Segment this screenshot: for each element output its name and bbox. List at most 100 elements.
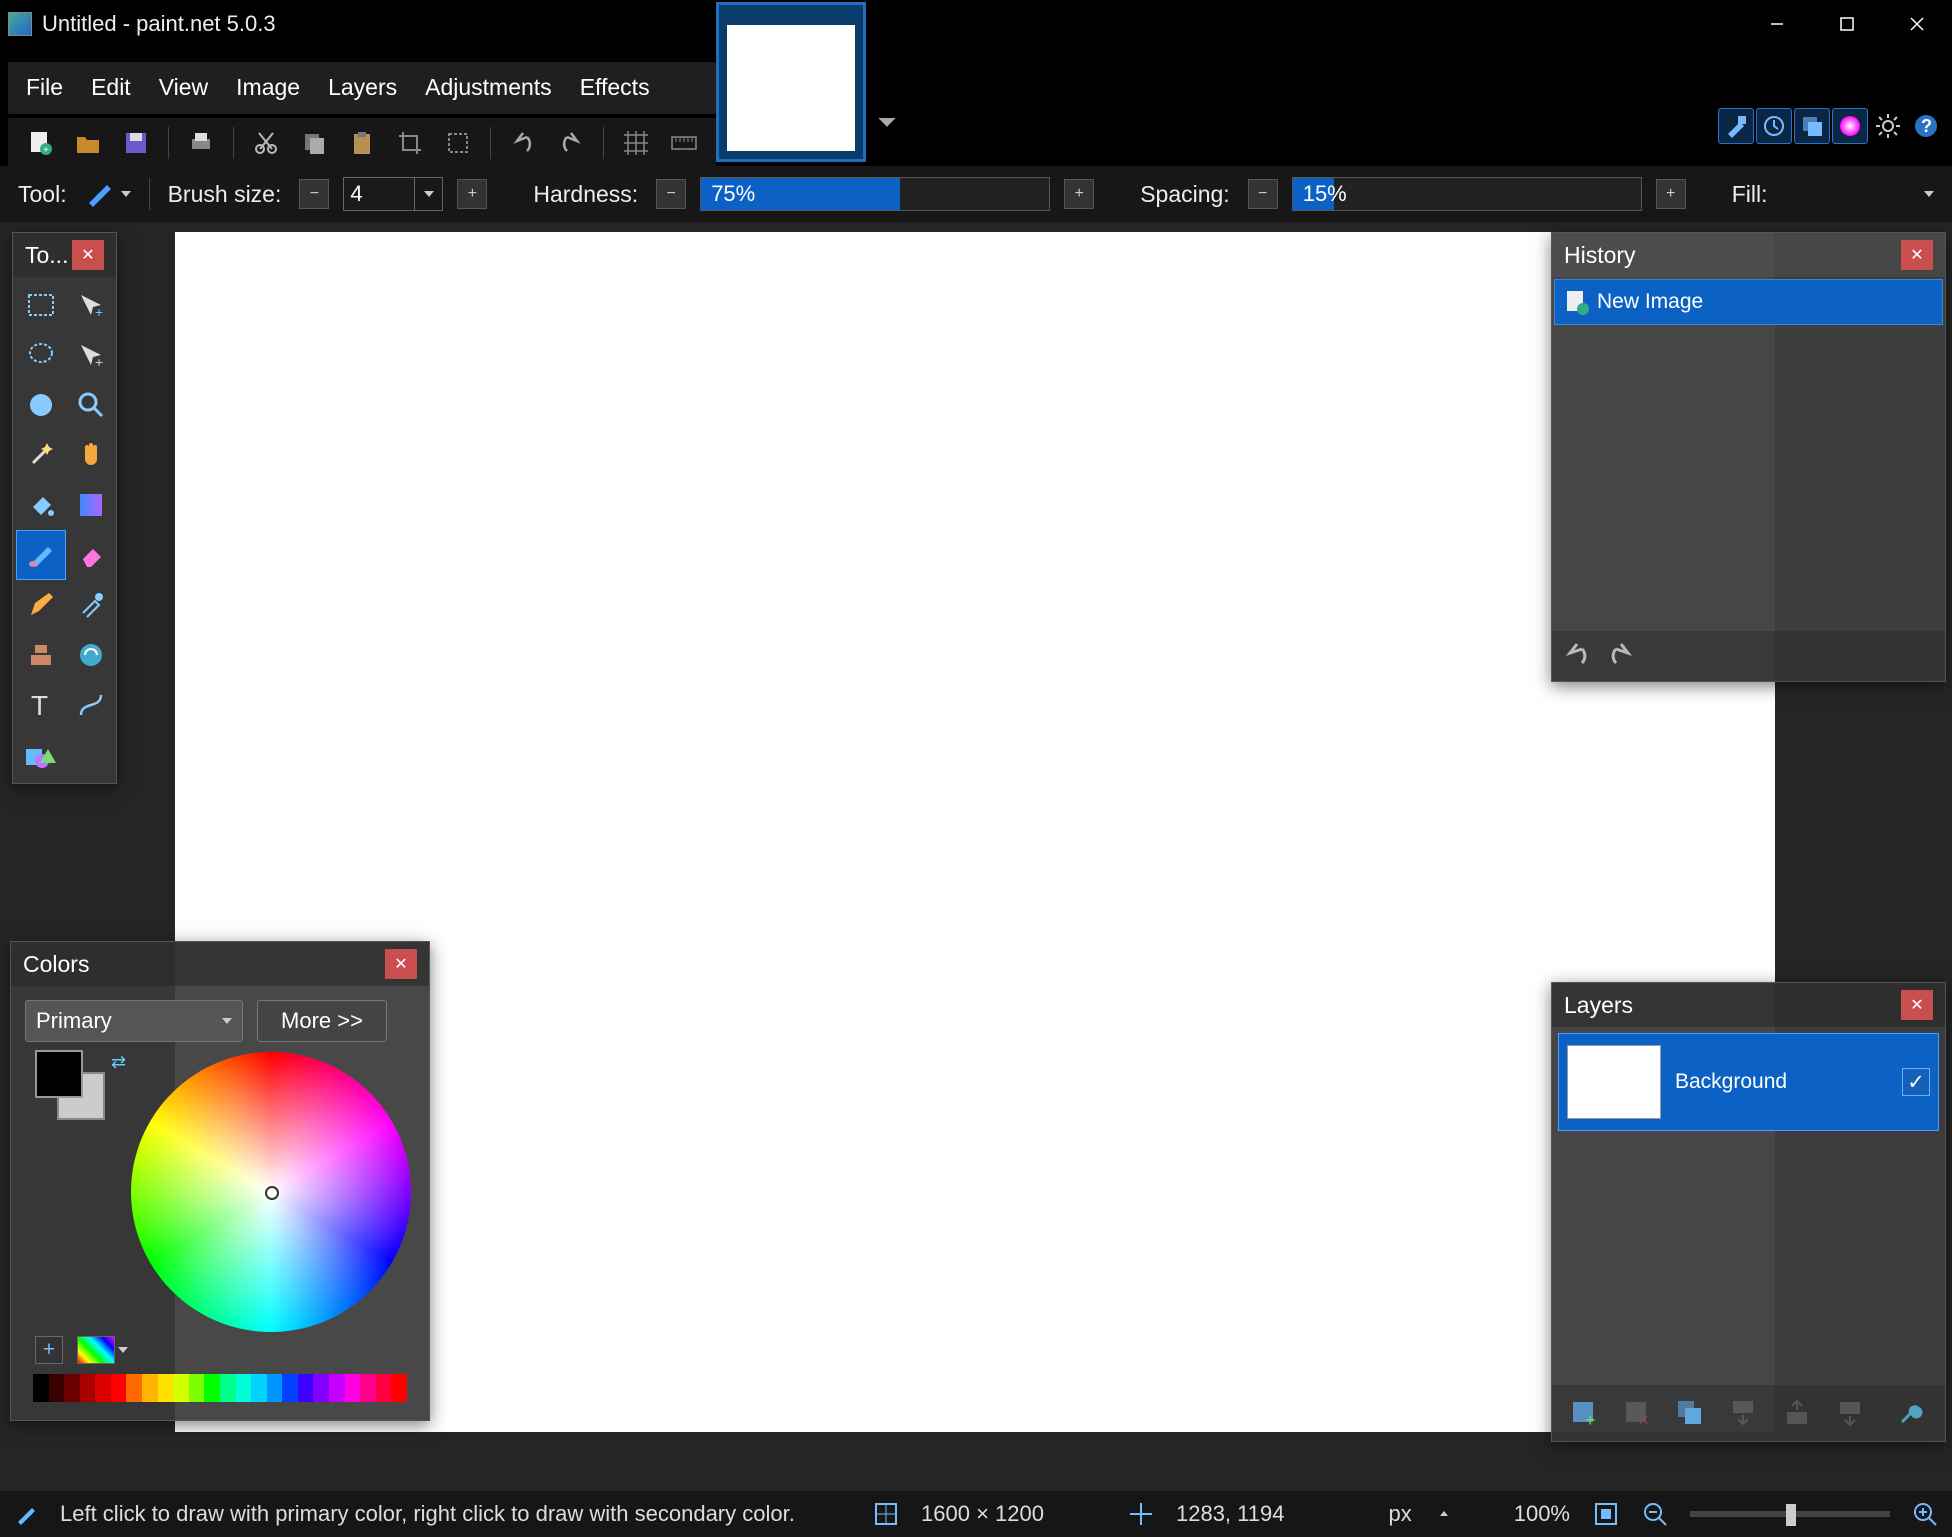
clone-stamp-tool[interactable] [17, 631, 65, 679]
zoom-tool[interactable] [67, 381, 115, 429]
color-wheel-cursor[interactable] [265, 1186, 279, 1200]
grid-button[interactable] [616, 123, 656, 163]
fit-window-button[interactable] [1592, 1500, 1620, 1528]
color-picker-tool[interactable] [67, 581, 115, 629]
brush-increase[interactable]: + [457, 179, 487, 209]
zoom-out-button[interactable] [1642, 1501, 1668, 1527]
history-redo[interactable] [1606, 643, 1636, 669]
crop-button[interactable] [390, 123, 430, 163]
move-layer-down-button[interactable] [1828, 1391, 1871, 1435]
ruler-button[interactable] [664, 123, 704, 163]
move-layer-up-button[interactable] [1775, 1391, 1818, 1435]
palette-swatch[interactable] [236, 1374, 252, 1402]
magic-wand-tool[interactable] [17, 431, 65, 479]
add-layer-button[interactable]: + [1562, 1391, 1605, 1435]
layers-panel-close[interactable]: ✕ [1901, 990, 1933, 1020]
hardness-slider[interactable]: 75% [700, 177, 1050, 211]
colors-more-button[interactable]: More >> [257, 1000, 387, 1042]
rectangle-select-tool[interactable] [17, 281, 65, 329]
layer-visibility-checkbox[interactable]: ✓ [1902, 1068, 1930, 1096]
palette-swatch[interactable] [126, 1374, 142, 1402]
palette-swatch[interactable] [64, 1374, 80, 1402]
palette-swatch[interactable] [282, 1374, 298, 1402]
primary-color-swatch[interactable] [35, 1050, 83, 1098]
tool-selector[interactable] [85, 181, 131, 207]
paste-button[interactable] [342, 123, 382, 163]
copy-button[interactable] [294, 123, 334, 163]
brush-size-dropdown[interactable] [415, 177, 443, 211]
history-undo[interactable] [1562, 643, 1592, 669]
palette-swatch[interactable] [33, 1374, 49, 1402]
paintbrush-tool[interactable] [17, 531, 65, 579]
deselect-button[interactable] [438, 123, 478, 163]
tools-window-toggle[interactable] [1718, 108, 1754, 144]
colors-window-toggle[interactable] [1832, 108, 1868, 144]
move-selected-pixels-tool[interactable]: + [67, 331, 115, 379]
settings-icon[interactable] [1870, 108, 1906, 144]
menu-adjustments[interactable]: Adjustments [411, 68, 566, 107]
minimize-button[interactable] [1742, 0, 1812, 48]
eraser-tool[interactable] [67, 531, 115, 579]
layer-item[interactable]: Background ✓ [1558, 1033, 1939, 1131]
palette-swatch[interactable] [360, 1374, 376, 1402]
palette-swatch[interactable] [189, 1374, 205, 1402]
spacing-decrease[interactable]: − [1248, 179, 1278, 209]
help-icon[interactable]: ? [1908, 108, 1944, 144]
new-file-button[interactable]: + [20, 123, 60, 163]
palette-swatch[interactable] [345, 1374, 361, 1402]
history-panel-close[interactable]: ✕ [1901, 240, 1933, 270]
hardness-decrease[interactable]: − [656, 179, 686, 209]
palette-swatch[interactable] [158, 1374, 174, 1402]
palette-swatch[interactable] [251, 1374, 267, 1402]
pan-tool[interactable] [67, 431, 115, 479]
color-mode-dropdown[interactable]: Primary [25, 1000, 243, 1042]
palette-swatch[interactable] [329, 1374, 345, 1402]
history-item[interactable]: New Image [1554, 279, 1943, 325]
merge-down-button[interactable] [1722, 1391, 1765, 1435]
close-button[interactable] [1882, 0, 1952, 48]
menu-layers[interactable]: Layers [314, 68, 411, 107]
options-overflow[interactable] [1924, 191, 1934, 197]
spacing-slider[interactable]: 15% [1292, 177, 1642, 211]
layers-panel-title[interactable]: Layers ✕ [1552, 983, 1945, 1027]
palette-swatch[interactable] [220, 1374, 236, 1402]
delete-layer-button[interactable]: × [1615, 1391, 1658, 1435]
add-color-button[interactable]: + [35, 1336, 63, 1364]
shapes-tool[interactable] [17, 731, 65, 779]
menu-edit[interactable]: Edit [77, 68, 145, 107]
pencil-tool[interactable] [17, 581, 65, 629]
colors-panel-title[interactable]: Colors ✕ [11, 942, 429, 986]
open-file-button[interactable] [68, 123, 108, 163]
palette-menu-button[interactable] [77, 1336, 115, 1364]
gradient-tool[interactable] [67, 481, 115, 529]
palette-swatch[interactable] [376, 1374, 392, 1402]
palette-swatch[interactable] [95, 1374, 111, 1402]
tools-panel-title[interactable]: To... ✕ [13, 233, 116, 277]
palette-swatch[interactable] [204, 1374, 220, 1402]
maximize-button[interactable] [1812, 0, 1882, 48]
palette-swatch[interactable] [80, 1374, 96, 1402]
document-thumbnail[interactable] [716, 2, 866, 162]
thumbnail-menu-icon[interactable] [876, 110, 898, 132]
print-button[interactable] [181, 123, 221, 163]
palette-swatch[interactable] [111, 1374, 127, 1402]
text-tool[interactable]: T [17, 681, 65, 729]
color-palette[interactable] [33, 1374, 407, 1402]
ellipse-select-tool[interactable] [17, 381, 65, 429]
cut-button[interactable] [246, 123, 286, 163]
menu-file[interactable]: File [12, 68, 77, 107]
colors-panel-close[interactable]: ✕ [385, 949, 417, 979]
duplicate-layer-button[interactable] [1669, 1391, 1712, 1435]
palette-swatch[interactable] [313, 1374, 329, 1402]
palette-swatch[interactable] [298, 1374, 314, 1402]
hardness-increase[interactable]: + [1064, 179, 1094, 209]
history-window-toggle[interactable] [1756, 108, 1792, 144]
palette-swatch[interactable] [49, 1374, 65, 1402]
menu-effects[interactable]: Effects [566, 68, 664, 107]
brush-size-input[interactable] [343, 177, 415, 211]
palette-swatch[interactable] [267, 1374, 283, 1402]
color-wheel[interactable] [131, 1052, 411, 1332]
recolor-tool[interactable] [67, 631, 115, 679]
swap-colors-icon[interactable]: ⇄ [111, 1052, 126, 1073]
lasso-select-tool[interactable] [17, 331, 65, 379]
